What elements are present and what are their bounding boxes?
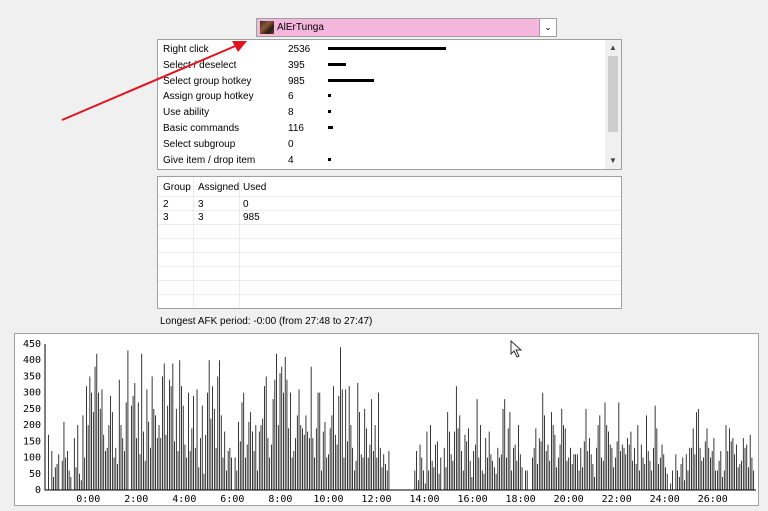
annotation-arrow: [61, 41, 247, 121]
mouse-cursor-icon: [510, 340, 523, 358]
